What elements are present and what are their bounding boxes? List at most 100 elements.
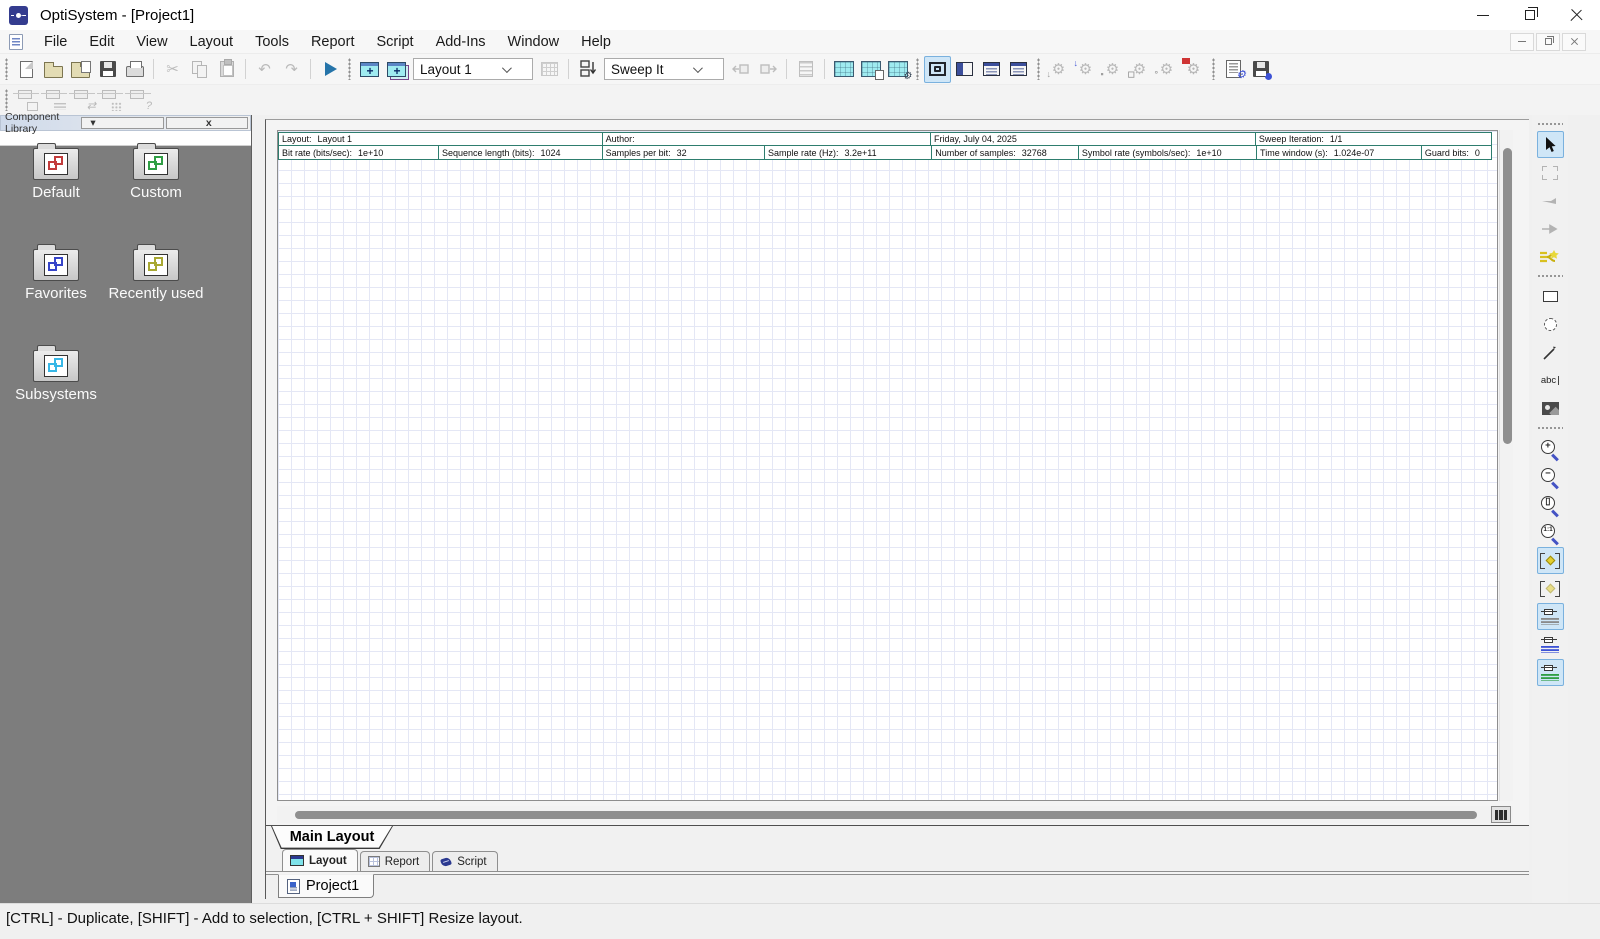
cut-button[interactable]: ✂	[159, 56, 186, 83]
duplicate-layout-button[interactable]	[383, 56, 410, 83]
menu-view[interactable]: View	[125, 32, 178, 52]
image-tool[interactable]	[1537, 395, 1564, 422]
previous-iteration-button[interactable]	[727, 56, 754, 83]
mdi-restore-button[interactable]	[1536, 33, 1560, 51]
layout-overview-button[interactable]	[1491, 806, 1511, 823]
component-grid-button[interactable]	[97, 87, 125, 114]
menu-file[interactable]: File	[33, 32, 78, 52]
import-project-button[interactable]	[67, 56, 94, 83]
library-folder-subsystems[interactable]: Subsystems	[4, 350, 108, 403]
text-tool[interactable]: abc	[1537, 367, 1564, 394]
connection-arrow-tool[interactable]	[1537, 215, 1564, 242]
view-layout-button[interactable]	[924, 56, 951, 83]
calculate-run-button[interactable]	[316, 56, 343, 83]
show-port-names-tool[interactable]	[1537, 631, 1564, 658]
copy-button[interactable]	[186, 56, 213, 83]
close-button[interactable]	[1553, 0, 1600, 30]
fit-vertical-tool[interactable]	[1537, 575, 1564, 602]
component-swap-button[interactable]: ⇄	[69, 87, 97, 114]
tab-project1[interactable]: Project1	[278, 874, 374, 898]
window-title: OptiSystem - [Project1]	[40, 7, 194, 24]
horizontal-scrollbar[interactable]	[277, 806, 1513, 823]
component-help-button[interactable]: ?	[125, 87, 153, 114]
open-project-button[interactable]	[40, 56, 67, 83]
zoom-in-icon: +	[1540, 439, 1560, 459]
undo-button[interactable]: ↶	[251, 56, 278, 83]
script-find-button[interactable]: °⚙	[1153, 56, 1180, 83]
library-folder-recently-used[interactable]: Recently used	[104, 249, 208, 302]
layout-page-button[interactable]	[857, 56, 884, 83]
component-box-button[interactable]	[13, 87, 41, 114]
connect-ports-tool[interactable]	[1537, 187, 1564, 214]
layout-properties-button[interactable]	[536, 56, 563, 83]
redo-button[interactable]: ↷	[278, 56, 305, 83]
script-flag-button[interactable]: ⚙	[1180, 56, 1207, 83]
show-labels-tool[interactable]	[1537, 603, 1564, 630]
new-project-button[interactable]	[13, 56, 40, 83]
region-select-tool[interactable]	[1537, 159, 1564, 186]
mdi-close-button[interactable]	[1562, 33, 1586, 51]
mdi-minimize-button[interactable]	[1510, 33, 1534, 51]
script-open-button[interactable]: ◻⚙	[1126, 56, 1153, 83]
menu-report[interactable]: Report	[300, 32, 366, 52]
menu-edit[interactable]: Edit	[78, 32, 125, 52]
save-report-button[interactable]	[1247, 56, 1274, 83]
menu-help[interactable]: Help	[570, 32, 622, 52]
tab-script[interactable]: Script	[432, 851, 497, 871]
save-project-button[interactable]	[94, 56, 121, 83]
script-save-button[interactable]: ▪⚙	[1099, 56, 1126, 83]
chevron-down-icon[interactable]	[664, 66, 723, 73]
next-iteration-button[interactable]	[754, 56, 781, 83]
new-layout-button[interactable]	[356, 56, 383, 83]
sweep-mode-button[interactable]	[574, 56, 601, 83]
vertical-scrollbar-thumb[interactable]	[1503, 148, 1512, 444]
vertical-scrollbar[interactable]	[1499, 130, 1513, 801]
calculate-layout-button[interactable]	[830, 56, 857, 83]
paste-button[interactable]	[213, 56, 240, 83]
tab-layout[interactable]: Layout	[282, 849, 358, 871]
script-download-button[interactable]: ↓⚙	[1045, 56, 1072, 83]
layout-combobox[interactable]: Layout 1	[413, 58, 533, 80]
library-folder-custom[interactable]: Custom	[104, 148, 208, 201]
rectangle-tool[interactable]	[1537, 283, 1564, 310]
select-tool[interactable]	[1537, 131, 1564, 158]
library-folder-default[interactable]: Default	[4, 148, 108, 201]
view-split-button[interactable]	[951, 56, 978, 83]
view-report-button[interactable]	[978, 56, 1005, 83]
menu-layout[interactable]: Layout	[179, 32, 245, 52]
zoom-to-page-tool[interactable]: ▯	[1537, 491, 1564, 518]
restore-button[interactable]	[1506, 0, 1553, 30]
chevron-down-icon[interactable]	[473, 66, 532, 73]
layout-canvas[interactable]: Layout:Layout 1 Author: Friday, July 04,…	[277, 130, 1498, 801]
duplicate-layout-icon	[387, 62, 406, 77]
panel-menu-button[interactable]: ▾	[81, 117, 163, 129]
horizontal-scrollbar-thumb[interactable]	[295, 811, 1477, 819]
menu-window[interactable]: Window	[497, 32, 571, 52]
minimize-button[interactable]	[1459, 0, 1506, 30]
component-library-titlebar[interactable]: Component Library ▾ x	[0, 115, 251, 131]
component-library-body[interactable]: Default Custom Favorites Recently used S…	[0, 146, 251, 903]
tab-report[interactable]: Report	[360, 851, 431, 871]
menu-addins[interactable]: Add-Ins	[425, 32, 497, 52]
component-lines-button[interactable]	[41, 87, 69, 114]
script-generate-button[interactable]: ↓⚙	[1072, 56, 1099, 83]
print-button[interactable]	[121, 56, 148, 83]
menu-script[interactable]: Script	[365, 32, 424, 52]
main-layout-tab[interactable]: Main Layout	[271, 826, 393, 849]
zoom-one-to-one-tool[interactable]: 1:1	[1537, 519, 1564, 546]
auto-connect-tool[interactable]	[1537, 243, 1564, 270]
layout-settings-button[interactable]: ⚙	[884, 56, 911, 83]
view-details-button[interactable]	[1005, 56, 1032, 83]
line-tool[interactable]	[1537, 339, 1564, 366]
panel-close-button[interactable]: x	[166, 117, 248, 129]
ellipse-tool[interactable]	[1537, 311, 1564, 338]
zoom-out-tool[interactable]: −	[1537, 463, 1564, 490]
parameter-table-button[interactable]	[792, 56, 819, 83]
zoom-in-tool[interactable]: +	[1537, 435, 1564, 462]
fit-horizontal-tool[interactable]	[1537, 547, 1564, 574]
show-parameters-tool[interactable]	[1537, 659, 1564, 686]
sweep-combobox[interactable]: Sweep Iteration	[604, 58, 724, 80]
report-options-button[interactable]: ⚙	[1220, 56, 1247, 83]
menu-tools[interactable]: Tools	[244, 32, 300, 52]
library-folder-favorites[interactable]: Favorites	[4, 249, 108, 302]
